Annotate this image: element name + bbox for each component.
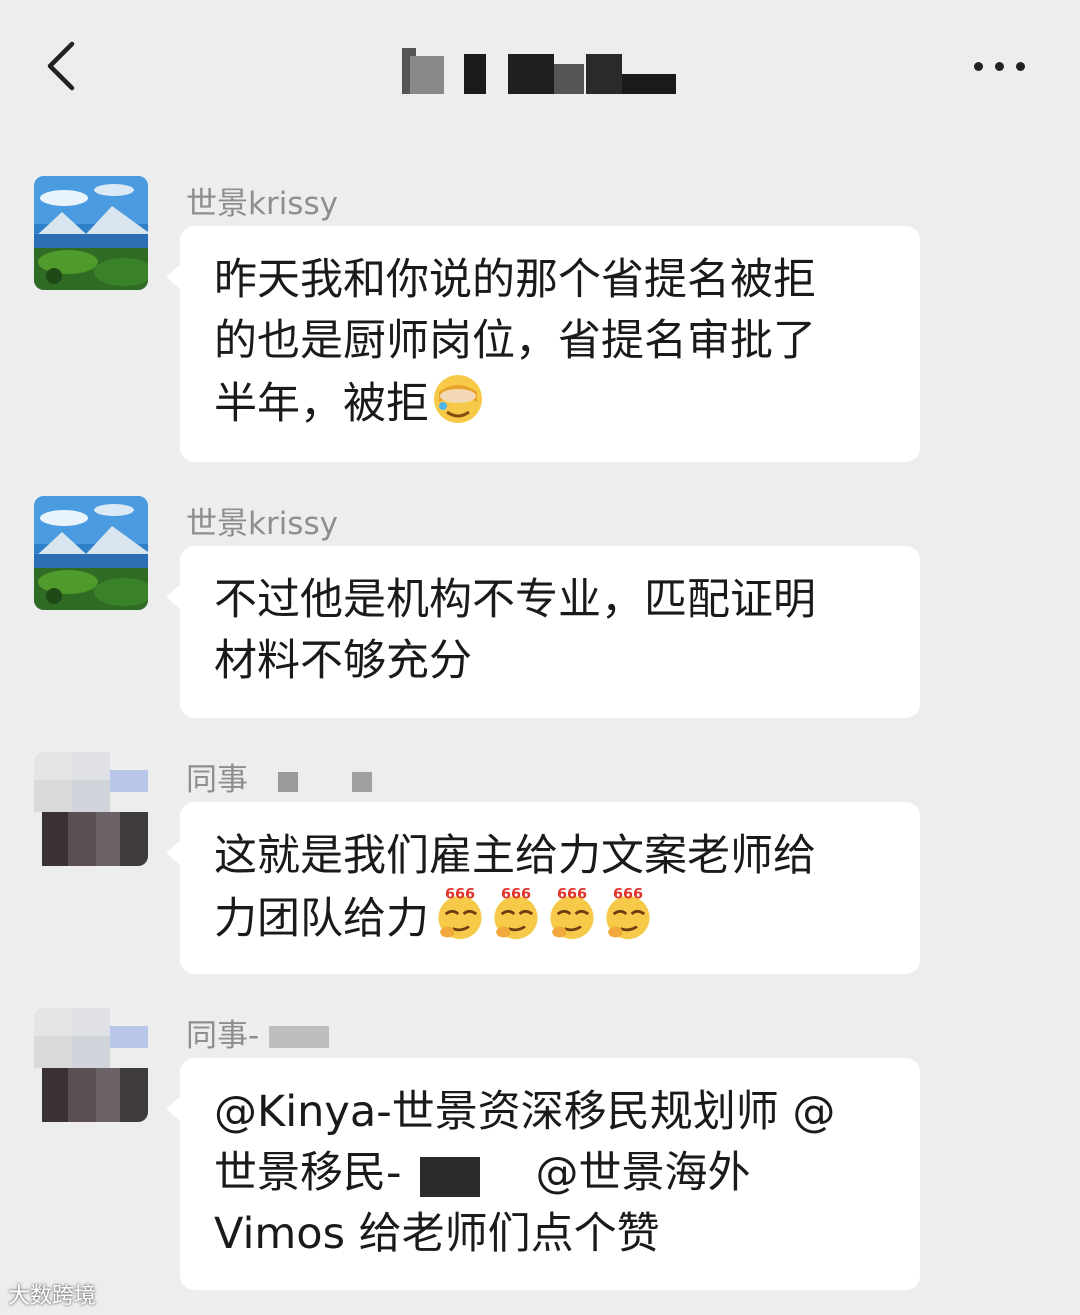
message-text-line: 的也是厨师岗位，省提名审批了: [214, 316, 816, 366]
message-bubble[interactable]: 昨天我和你说的那个省提名被拒 的也是厨师岗位，省提名审批了 半年，被拒: [166, 226, 920, 462]
chat-title: [400, 46, 680, 96]
666-emoji: 666: [494, 887, 538, 940]
message-bubble[interactable]: 不过他是机构不专业，匹配证明 材料不够充分: [166, 546, 920, 718]
message-text-line: 不过他是机构不专业，匹配证明: [214, 575, 816, 625]
chevron-left-icon: [47, 41, 75, 91]
svg-text:666: 666: [501, 887, 531, 903]
message-text-line: @Kinya-世景资深移民规划师 @: [214, 1087, 836, 1137]
chat-header: [0, 0, 1080, 140]
mosaic-avatar[interactable]: [34, 752, 148, 866]
sender-name[interactable]: 世景krissy: [186, 498, 338, 543]
666-emoji: 666: [550, 887, 594, 940]
landscape-avatar[interactable]: [34, 496, 148, 610]
message-text-line: 半年，被拒: [214, 379, 429, 429]
mosaic-avatar[interactable]: [34, 1008, 148, 1122]
message-text-line: 材料不够充分: [214, 636, 472, 686]
watermark: 大数跨境: [8, 1284, 97, 1309]
landscape-avatar[interactable]: [34, 176, 148, 290]
message-text-line: 世景移民-: [214, 1148, 402, 1198]
message-bubble[interactable]: @Kinya-世景资深移民规划师 @ 世景移民- @世景海外 Vimos 给老师们…: [166, 1058, 920, 1290]
more-dots-icon: [974, 62, 983, 71]
svg-text:666: 666: [557, 887, 587, 903]
facepalm-emoji: [434, 375, 482, 423]
mention-text[interactable]: @世景海外: [536, 1148, 751, 1198]
666-emoji: 666: [606, 887, 650, 940]
sender-name[interactable]: 同事-: [186, 1010, 330, 1055]
svg-text:666: 666: [613, 887, 643, 903]
more-button[interactable]: [968, 58, 1032, 78]
666-emoji: 666: [438, 887, 482, 940]
message-text-line: 这就是我们雇主给力文案老师给: [214, 831, 816, 881]
message-text-line: Vimos 给老师们点个赞: [214, 1209, 660, 1259]
sender-name[interactable]: 世景krissy: [186, 178, 338, 223]
svg-text:666: 666: [445, 887, 475, 903]
back-button[interactable]: [40, 36, 90, 96]
message-text-line: 昨天我和你说的那个省提名被拒: [214, 255, 816, 305]
message-text-line: 力团队给力: [214, 894, 429, 944]
sender-name[interactable]: 同事: [186, 754, 372, 799]
message-bubble[interactable]: 这就是我们雇主给力文案老师给 力团队给力 666 666 666 666: [166, 802, 920, 974]
